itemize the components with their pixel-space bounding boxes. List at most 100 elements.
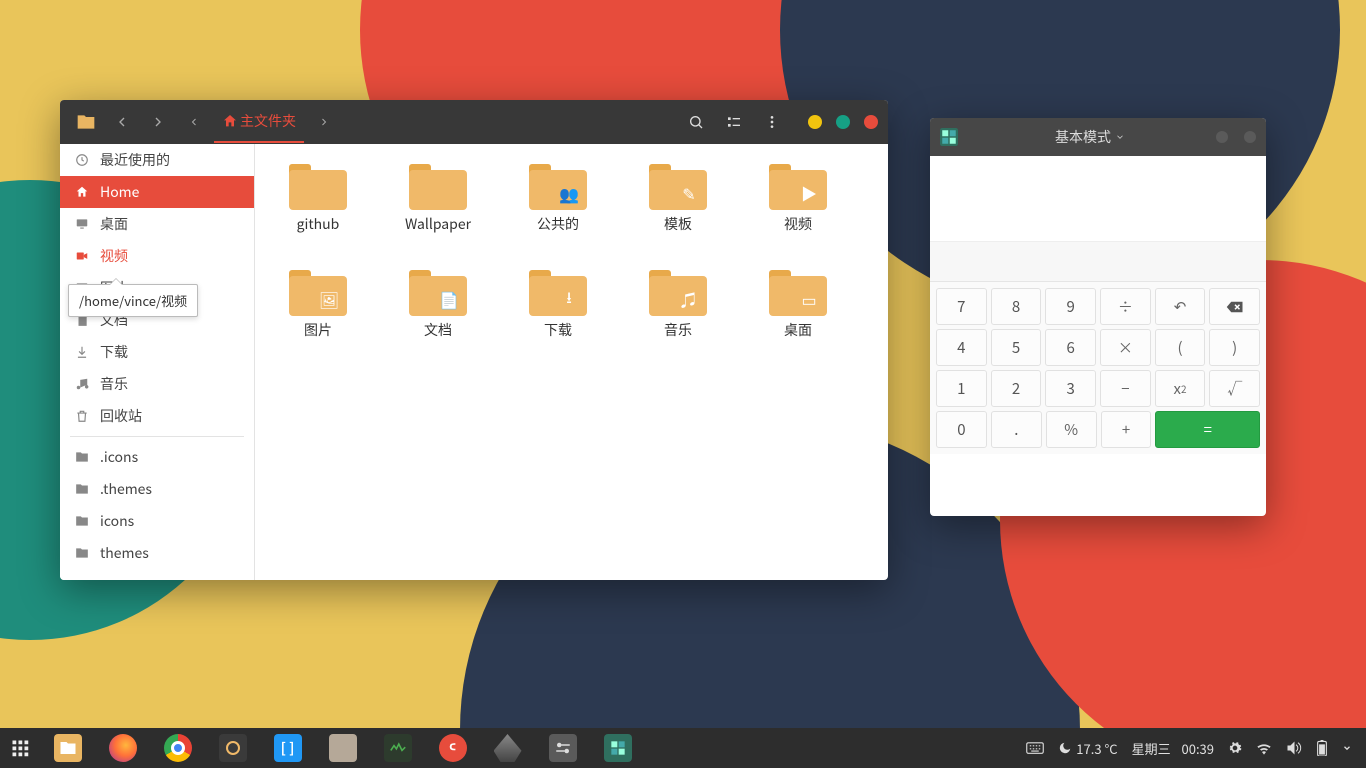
calc-close-button[interactable]: [1244, 131, 1256, 143]
calc-key-−[interactable]: −: [1100, 370, 1151, 407]
view-mode-button[interactable]: [718, 106, 750, 138]
folder-item[interactable]: ♫音乐: [623, 264, 733, 364]
task-inkscape[interactable]: [480, 728, 535, 768]
sidebar-item-music[interactable]: 音乐: [60, 368, 254, 400]
sidebar-bookmark[interactable]: themes: [60, 537, 254, 569]
sidebar[interactable]: 最近使用的 Home 桌面 视频 图片: [60, 144, 255, 580]
calc-minimize-button[interactable]: [1216, 131, 1228, 143]
calc-key-+[interactable]: +: [1101, 411, 1152, 448]
network-indicator[interactable]: [1256, 741, 1272, 755]
day-text: 星期三: [1132, 739, 1171, 758]
calculator-titlebar[interactable]: 基本模式: [930, 118, 1266, 156]
sidebar-item-downloads[interactable]: 下载: [60, 336, 254, 368]
calc-key-√[interactable]: √: [1209, 370, 1260, 407]
folder-item[interactable]: 📄文档: [383, 264, 493, 364]
battery-icon: [1316, 740, 1328, 756]
calc-key-3[interactable]: 3: [1045, 370, 1096, 407]
calc-key-1[interactable]: 1: [936, 370, 987, 407]
task-calculator[interactable]: [590, 728, 645, 768]
task-file-manager[interactable]: [40, 728, 95, 768]
chevron-indicator[interactable]: [1342, 743, 1352, 753]
task-blank[interactable]: [315, 728, 370, 768]
folder-icon: ♫: [649, 270, 707, 316]
sidebar-item-label: icons: [100, 511, 134, 531]
calc-key-6[interactable]: 6: [1045, 329, 1096, 366]
sidebar-item-label: 最近使用的: [100, 150, 170, 170]
folder-label: 视频: [784, 214, 812, 234]
folder-item[interactable]: github: [263, 158, 373, 258]
folder-item[interactable]: ✎模板: [623, 158, 733, 258]
folder-item[interactable]: 🖼图片: [263, 264, 373, 364]
calc-key-÷[interactable]: ÷: [1100, 288, 1151, 325]
folder-icon: [74, 513, 90, 529]
calc-key-9[interactable]: 9: [1045, 288, 1096, 325]
task-brackets[interactable]: [ ]: [260, 728, 315, 768]
calc-key-⌫[interactable]: [1209, 288, 1260, 325]
home-icon: [74, 184, 90, 200]
calc-key-([interactable]: (: [1155, 329, 1206, 366]
taskbar[interactable]: [ ] ᑦ 17.3 °C 星期三 00:39: [0, 728, 1366, 768]
folder-item[interactable]: ⭳下载: [503, 264, 613, 364]
sidebar-item-trash[interactable]: 回收站: [60, 400, 254, 432]
calc-key-7[interactable]: 7: [936, 288, 987, 325]
temperature-text: 17.3 °C: [1076, 739, 1117, 758]
desktop: 主文件夹 最近使用的: [0, 0, 1366, 768]
settings-indicator[interactable]: [1228, 741, 1242, 755]
sidebar-item-recent[interactable]: 最近使用的: [60, 144, 254, 176]
task-tweaks[interactable]: [535, 728, 590, 768]
folder-item[interactable]: ▭桌面: [743, 264, 853, 364]
folder-content[interactable]: github Wallpaper👥公共的✎模板▶视频 🖼图片📄文档⭳下载♫音乐▭桌面: [255, 144, 888, 580]
breadcrumb[interactable]: 主文件夹: [214, 101, 304, 143]
calc-key-2[interactable]: 2: [991, 370, 1042, 407]
keyboard-indicator[interactable]: [1026, 741, 1044, 755]
calc-key-=[interactable]: =: [1155, 411, 1260, 448]
folder-item[interactable]: Wallpaper: [383, 158, 493, 258]
sidebar-bookmark[interactable]: .icons: [60, 441, 254, 473]
window-maximize-button[interactable]: [836, 115, 850, 129]
task-monitor[interactable]: [370, 728, 425, 768]
path-tooltip: /home/vince/视频: [68, 284, 198, 317]
search-button[interactable]: [680, 106, 712, 138]
sidebar-bookmark[interactable]: icons: [60, 505, 254, 537]
calculator-entry[interactable]: [930, 241, 1266, 281]
calc-key-4[interactable]: 4: [936, 329, 987, 366]
nav-back-button[interactable]: [106, 106, 138, 138]
window-minimize-button[interactable]: [808, 115, 822, 129]
calc-key-x²[interactable]: x2: [1155, 370, 1206, 407]
calc-key-×[interactable]: ×: [1100, 329, 1151, 366]
task-netease[interactable]: ᑦ: [425, 728, 480, 768]
task-firefox[interactable]: [95, 728, 150, 768]
sidebar-item-home[interactable]: Home: [60, 176, 254, 208]
sidebar-item-desktop[interactable]: 桌面: [60, 208, 254, 240]
calc-key-↶[interactable]: ↶: [1155, 288, 1206, 325]
calc-key-)[interactable]: ): [1209, 329, 1260, 366]
file-manager-titlebar[interactable]: 主文件夹: [60, 100, 888, 144]
folder-item[interactable]: ▶视频: [743, 158, 853, 258]
nav-forward-button[interactable]: [142, 106, 174, 138]
datetime-indicator[interactable]: 星期三 00:39: [1132, 739, 1214, 758]
task-shotwell[interactable]: [205, 728, 260, 768]
folder-icon: 🖼: [289, 270, 347, 316]
folder-icon: [74, 545, 90, 561]
menu-button[interactable]: [756, 106, 788, 138]
sidebar-item-label: .themes: [100, 479, 152, 499]
window-close-button[interactable]: [864, 115, 878, 129]
volume-indicator[interactable]: [1286, 741, 1302, 755]
breadcrumb-prev-button[interactable]: [178, 106, 210, 138]
battery-indicator[interactable]: [1316, 740, 1328, 756]
applications-button[interactable]: [0, 728, 40, 768]
calc-key-.[interactable]: .: [991, 411, 1042, 448]
weather-indicator[interactable]: 17.3 °C: [1058, 739, 1117, 758]
task-chrome[interactable]: [150, 728, 205, 768]
calc-key-5[interactable]: 5: [991, 329, 1042, 366]
music-icon: [74, 376, 90, 392]
sidebar-bookmark[interactable]: .themes: [60, 473, 254, 505]
calc-key-8[interactable]: 8: [991, 288, 1042, 325]
calc-key-%[interactable]: %: [1046, 411, 1097, 448]
folder-label: github: [297, 214, 340, 234]
sidebar-item-videos[interactable]: 视频: [60, 240, 254, 272]
calculator-mode-selector[interactable]: 基本模式: [964, 127, 1216, 147]
breadcrumb-next-button[interactable]: [308, 106, 340, 138]
folder-item[interactable]: 👥公共的: [503, 158, 613, 258]
calc-key-0[interactable]: 0: [936, 411, 987, 448]
